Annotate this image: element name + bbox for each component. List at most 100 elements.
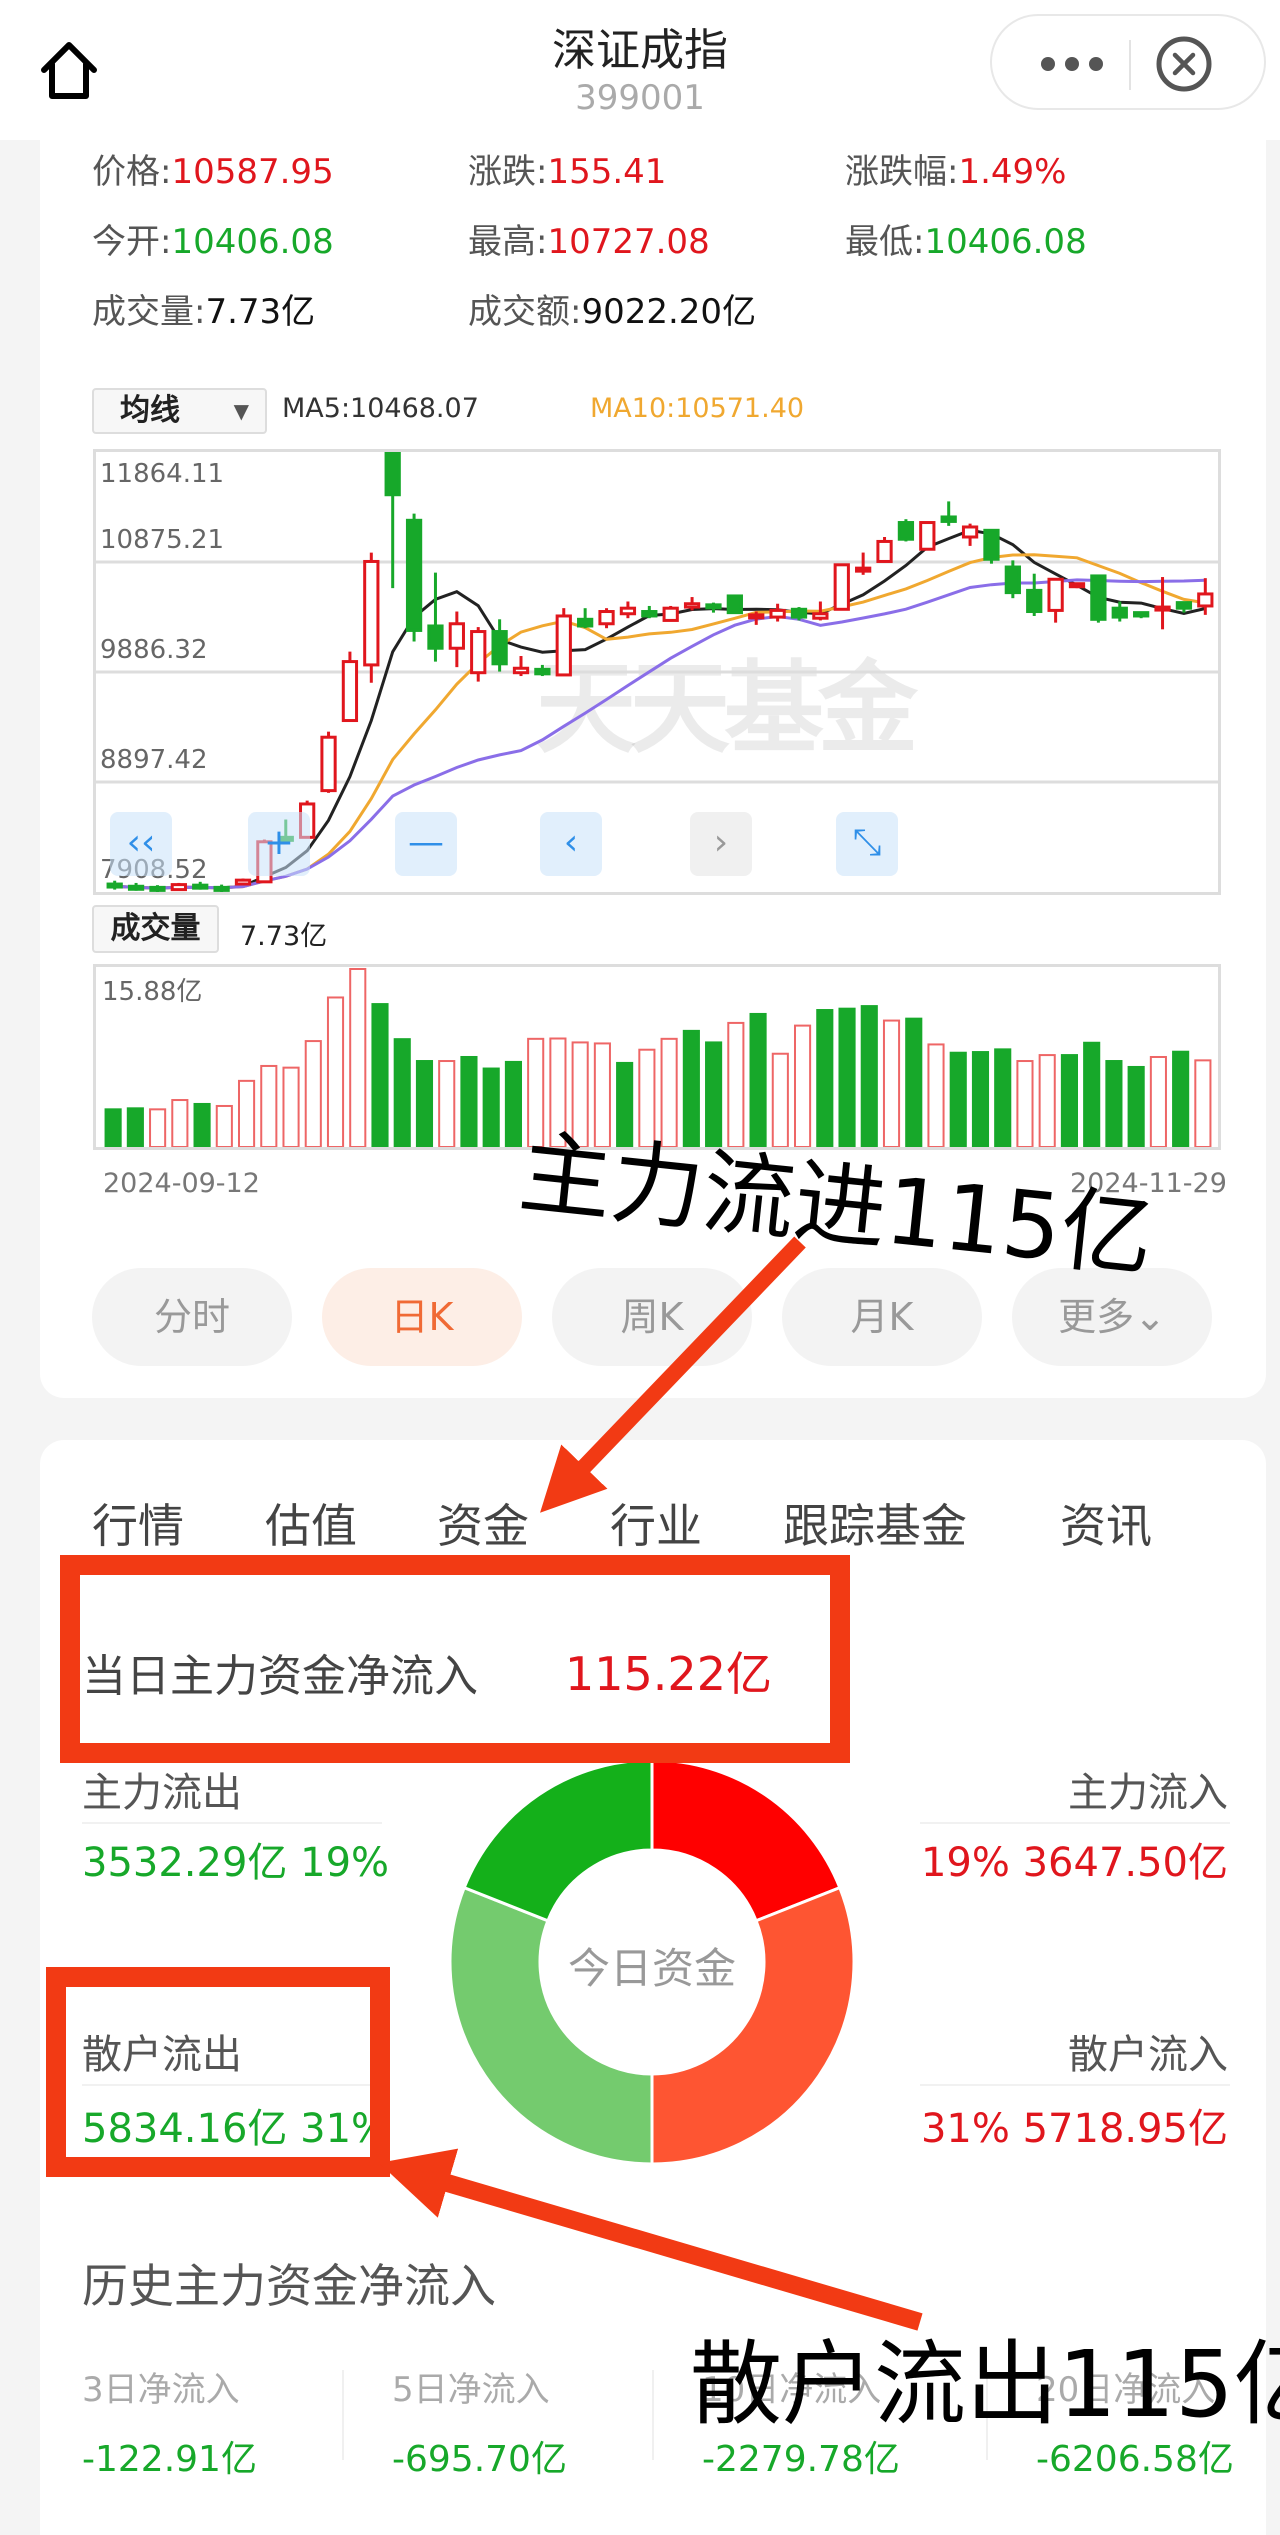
volume-bar (460, 1055, 478, 1147)
volume-bar (304, 1040, 322, 1147)
volume-bar (1083, 1041, 1101, 1147)
candle (1004, 560, 1021, 599)
volume-bar (994, 1048, 1012, 1147)
mini-program-capsule (990, 14, 1266, 110)
divider (920, 1822, 1230, 1824)
donut-slice (448, 1885, 654, 2166)
candle (876, 536, 893, 563)
candle-body (876, 539, 893, 563)
volume-bar (838, 1007, 856, 1147)
volume-bar (927, 1043, 945, 1147)
candle (790, 607, 808, 621)
candle (427, 572, 444, 662)
main-out-value: 3532.29亿 19% (82, 1840, 390, 1886)
candle (919, 521, 936, 551)
candle-body (363, 559, 380, 667)
stat-change: 涨跌:155.41 (468, 152, 667, 192)
candle (598, 608, 615, 629)
section-tab-3[interactable]: 行业 (610, 1490, 702, 1556)
volume-indicator-select[interactable]: 成交量 (92, 905, 219, 953)
amount-value: 9022.20亿 (581, 292, 757, 332)
candle-body (127, 884, 145, 891)
open-value: 10406.08 (171, 222, 334, 262)
prev-button[interactable]: ‹ (540, 812, 602, 876)
candle (1154, 577, 1171, 630)
ma5-label: MA5:10468.07 (282, 393, 479, 424)
volume-bar (393, 1038, 411, 1147)
main-in-label: 主力流入 (1068, 1770, 1228, 1816)
zoom-in-button[interactable]: + (248, 812, 310, 876)
volume-bar (1060, 1054, 1079, 1147)
section-tab-5[interactable]: 资讯 (1060, 1490, 1152, 1556)
period-tab-0[interactable]: 分时 (92, 1268, 292, 1366)
candle-body (641, 610, 658, 618)
candle (1068, 582, 1086, 589)
candle (1026, 573, 1043, 616)
volume-bar (882, 1019, 901, 1147)
candle (470, 627, 487, 682)
volume-bar (126, 1107, 144, 1147)
volume-bar (1127, 1065, 1145, 1147)
section-tab-2[interactable]: 资金 (437, 1490, 529, 1556)
volume-bar (171, 1099, 189, 1147)
volume-bar (1194, 1059, 1212, 1147)
retail-in-label: 散户流入 (1068, 2032, 1228, 2078)
history-divider (342, 2370, 344, 2460)
candle-body (726, 594, 743, 615)
candle (683, 597, 701, 611)
stat-open: 今开:10406.08 (92, 222, 334, 262)
close-circle-icon[interactable] (1154, 34, 1214, 94)
section-tab-1[interactable]: 估值 (265, 1490, 357, 1556)
divider (920, 2084, 1230, 2086)
candle-body (213, 885, 230, 892)
donut-slice (650, 1758, 842, 1923)
candle (320, 731, 337, 793)
candle (769, 603, 786, 622)
section-tab-0[interactable]: 行情 (92, 1490, 184, 1556)
history-value: -695.70亿 (392, 2439, 567, 2480)
stat-high: 最高:10727.08 (468, 222, 710, 262)
candle (491, 619, 508, 672)
candle-body (192, 883, 209, 890)
y-tick-label: 11864.11 (100, 459, 224, 489)
y-tick-label: 10875.21 (100, 525, 224, 555)
next-button[interactable]: › (690, 812, 752, 876)
price-value: 10587.95 (171, 152, 334, 192)
candle (662, 605, 679, 622)
candle-body (470, 630, 487, 675)
volume-bar (237, 1079, 256, 1147)
period-tab-2[interactable]: 周K (552, 1268, 752, 1366)
jump-start-button[interactable]: ‹‹ (110, 812, 172, 876)
period-tab-1[interactable]: 日K (322, 1268, 522, 1366)
section-tab-4[interactable]: 跟踪基金 (783, 1490, 967, 1556)
volume-bar (971, 1051, 990, 1147)
history-label: 5日净流入 (392, 2370, 550, 2410)
candle (748, 611, 765, 625)
candle-body (1090, 574, 1107, 621)
period-tab-3[interactable]: 月K (782, 1268, 982, 1366)
candle-body (1197, 592, 1214, 608)
fullscreen-button[interactable]: ⤡ (836, 812, 898, 876)
annotation-box-today-inflow (60, 1555, 850, 1763)
history-value: -122.91亿 (82, 2439, 257, 2480)
zoom-out-button[interactable]: — (395, 812, 457, 876)
candle-body (170, 883, 187, 892)
candle-body (790, 607, 808, 619)
stat-amount: 成交额:9022.20亿 (468, 292, 757, 332)
top-nav-bar: 深证成指 399001 (0, 0, 1280, 140)
app-root: 深证成指 399001 价格:10587.95 涨跌:155.41 涨跌幅:1.… (0, 0, 1280, 2535)
dropdown-caret-icon: ▼ (233, 399, 249, 423)
volume-bar (860, 1005, 878, 1147)
stat-low: 最低:10406.08 (845, 222, 1087, 262)
candle-body (598, 610, 615, 626)
candle (448, 611, 465, 668)
candle (577, 608, 594, 629)
candle-body (405, 518, 423, 632)
indicator-select[interactable]: 均线 ▼ (92, 388, 267, 434)
volume-bar (1016, 1060, 1034, 1147)
candle (512, 656, 530, 677)
candle (213, 884, 230, 892)
volume-bar (193, 1102, 211, 1147)
volume-bar (949, 1051, 967, 1147)
more-dots-icon[interactable] (1022, 40, 1122, 88)
